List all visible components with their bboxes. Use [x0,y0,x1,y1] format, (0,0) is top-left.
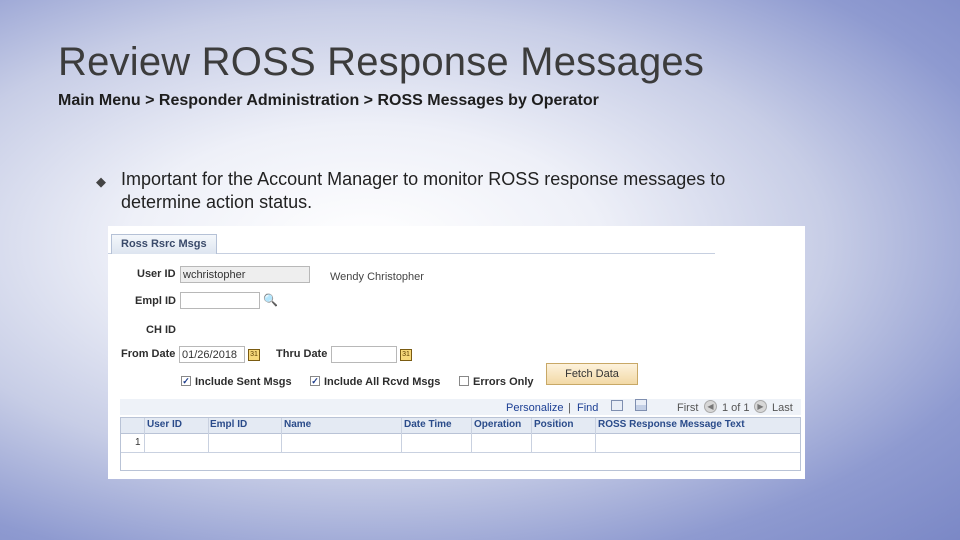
lookup-search-icon[interactable]: 🔍 [263,294,278,306]
view-all-icon[interactable] [611,400,623,411]
empl-id-label: Empl ID [135,295,176,307]
col-divider [595,418,596,452]
col-divider [281,418,282,452]
first-link[interactable]: First [677,402,698,414]
col-divider [401,418,402,452]
include-recvd-checkbox[interactable]: ✓ [310,376,320,386]
col-operation[interactable]: Operation [474,419,521,430]
last-link[interactable]: Last [772,402,793,414]
grid-nav-bar [120,399,801,415]
col-empl-id[interactable]: Empl ID [210,419,247,430]
personalize-link[interactable]: Personalize [506,402,563,414]
user-id-field[interactable]: wchristopher [180,266,310,283]
from-date-field[interactable]: 01/26/2018 [179,346,245,363]
slide-title: Review ROSS Response Messages [58,40,705,84]
tab-ross-rsrc-msgs[interactable]: Ross Rsrc Msgs [111,234,217,254]
col-divider [531,418,532,452]
col-divider [144,418,145,452]
thru-date-label: Thru Date [276,348,328,360]
row-divider [121,452,800,453]
bullet-text: Important for the Account Manager to mon… [121,169,726,212]
col-name[interactable]: Name [284,419,311,430]
page-info: 1 of 1 [722,402,750,414]
next-arrow-icon[interactable]: ▶ [754,400,767,413]
col-message-text[interactable]: ROSS Response Message Text [598,419,745,430]
col-divider [208,418,209,452]
download-grid-icon[interactable] [635,399,647,411]
errors-only-checkbox[interactable] [459,376,469,386]
include-sent-label: Include Sent Msgs [195,376,292,388]
fetch-data-button[interactable]: Fetch Data [546,363,638,385]
find-link[interactable]: Find [577,402,598,414]
errors-only-label: Errors Only [473,376,534,388]
ross-messages-screenshot: Ross Rsrc Msgs User ID wchristopher Wend… [108,226,805,479]
diamond-bullet-icon: ◆ [96,174,106,189]
col-position[interactable]: Position [534,419,573,430]
from-date-label: From Date [121,348,176,360]
ch-id-label: CH ID [146,324,176,336]
col-date-time[interactable]: Date Time [404,419,452,430]
include-recvd-label: Include All Rcvd Msgs [324,376,441,388]
table-row-number: 1 [135,437,141,448]
breadcrumb: Main Menu > Responder Administration > R… [58,92,599,109]
grid-header: User ID Empl ID Name Date Time Operation… [121,418,800,434]
nav-separator: | [568,402,571,414]
user-name: Wendy Christopher [330,271,424,283]
bullet-point: ◆ Important for the Account Manager to m… [96,168,796,214]
empl-id-field[interactable] [180,292,260,309]
include-sent-checkbox[interactable]: ✓ [181,376,191,386]
messages-grid: User ID Empl ID Name Date Time Operation… [120,417,801,471]
tab-bar: Ross Rsrc Msgs [108,226,715,254]
col-user-id[interactable]: User ID [147,419,182,430]
col-divider [471,418,472,452]
from-date-calendar-icon[interactable]: 31 [248,349,260,361]
prev-arrow-icon[interactable]: ◀ [704,400,717,413]
user-id-label: User ID [137,268,176,280]
thru-date-field[interactable] [331,346,397,363]
thru-date-calendar-icon[interactable]: 31 [400,349,412,361]
